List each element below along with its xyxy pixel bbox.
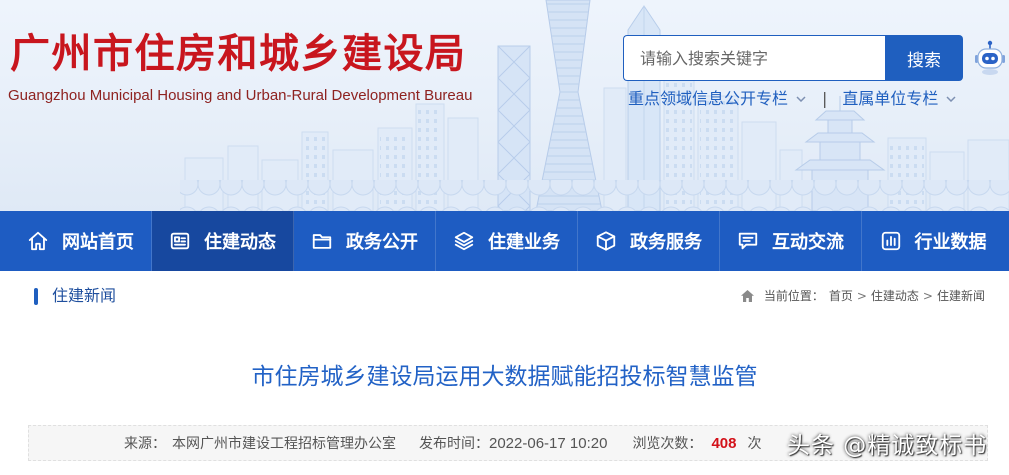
folder-icon xyxy=(311,230,333,252)
breadcrumb-item-housing-news[interactable]: 住建动态 xyxy=(871,288,919,304)
nav-item-label: 行业数据 xyxy=(914,232,987,253)
cube-icon xyxy=(595,230,617,252)
view-count: 408 xyxy=(711,434,737,452)
top-link-label: 重点领域信息公开专栏 xyxy=(628,89,789,108)
search-input[interactable] xyxy=(623,35,885,81)
nav-list: 网站首页 住建动态 政务公开 住建业务 政务服务 互动交流 行业数据 xyxy=(10,211,1004,271)
breadcrumb-prefix: 当前位置： xyxy=(763,289,824,303)
breadcrumb-separator: > xyxy=(856,289,867,303)
search-button[interactable]: 搜索 xyxy=(885,35,963,81)
affiliated-units-link[interactable]: 直属单位专栏 xyxy=(842,89,956,109)
home-icon xyxy=(740,289,755,303)
publish-date: 2022-06-17 10:20 xyxy=(489,434,608,452)
nav-item-housing-news[interactable]: 住建动态 xyxy=(152,211,294,271)
section-accent-bar xyxy=(34,288,38,305)
nav-item-industry-data[interactable]: 行业数据 xyxy=(862,211,1004,271)
site-header: 广州市住房和城乡建设局 Guangzhou Municipal Housing … xyxy=(0,0,1009,211)
home-icon xyxy=(27,230,49,252)
source-value: 本网广州市建设工程招标管理办公室 xyxy=(172,436,396,452)
article-title: 市住房城乡建设局运用大数据赋能招投标智慧监管 xyxy=(251,364,758,390)
nav-item-housing-business[interactable]: 住建业务 xyxy=(436,211,578,271)
source-label: 来源： xyxy=(124,436,166,452)
nav-item-label: 政务公开 xyxy=(346,232,418,253)
chat-icon xyxy=(737,230,759,252)
news-icon xyxy=(169,230,191,252)
top-links: 重点领域信息公开专栏 | 直属单位专栏 xyxy=(628,89,956,109)
nav-item-label: 政务服务 xyxy=(630,232,702,253)
nav-item-home[interactable]: 网站首页 xyxy=(10,211,152,271)
site-subtitle: Guangzhou Municipal Housing and Urban-Ru… xyxy=(8,87,473,104)
nav-item-label: 住建动态 xyxy=(204,232,276,253)
key-areas-disclosure-link[interactable]: 重点领域信息公开专栏 xyxy=(628,89,806,109)
breadcrumb-item-current[interactable]: 住建新闻 xyxy=(937,288,985,304)
top-link-label: 直属单位专栏 xyxy=(842,89,939,108)
nav-item-government-disclosure[interactable]: 政务公开 xyxy=(294,211,436,271)
nav-item-label: 住建业务 xyxy=(488,232,560,253)
publish-date-label: 发布时间： xyxy=(419,436,489,452)
view-count-unit: 次 xyxy=(747,436,762,452)
search-bar: 搜索 xyxy=(623,35,963,81)
nav-item-interaction[interactable]: 互动交流 xyxy=(720,211,862,271)
bar-chart-icon xyxy=(880,230,902,252)
page: 广州市住房和城乡建设局 Guangzhou Municipal Housing … xyxy=(0,0,1009,475)
breadcrumb-item-home[interactable]: 首页 xyxy=(829,288,853,304)
layers-icon xyxy=(453,230,475,252)
section-title: 住建新闻 xyxy=(52,286,117,305)
breadcrumb-separator: > xyxy=(922,289,933,303)
main-nav: 网站首页 住建动态 政务公开 住建业务 政务服务 互动交流 行业数据 xyxy=(0,211,1009,271)
nav-item-label: 网站首页 xyxy=(62,232,134,253)
chevron-down-icon xyxy=(796,96,806,102)
chevron-down-icon xyxy=(946,96,956,102)
nav-item-government-services[interactable]: 政务服务 xyxy=(578,211,720,271)
watermark: 头条 @精诚致标书 xyxy=(787,433,988,459)
breadcrumb: 当前位置： 首页 > 住建动态 > 住建新闻 xyxy=(740,288,985,304)
link-separator: | xyxy=(822,89,828,108)
robot-icon[interactable] xyxy=(974,40,1006,76)
view-count-label: 浏览次数： xyxy=(632,436,703,452)
nav-item-label: 互动交流 xyxy=(772,232,844,253)
site-title: 广州市住房和城乡建设局 xyxy=(10,31,467,77)
